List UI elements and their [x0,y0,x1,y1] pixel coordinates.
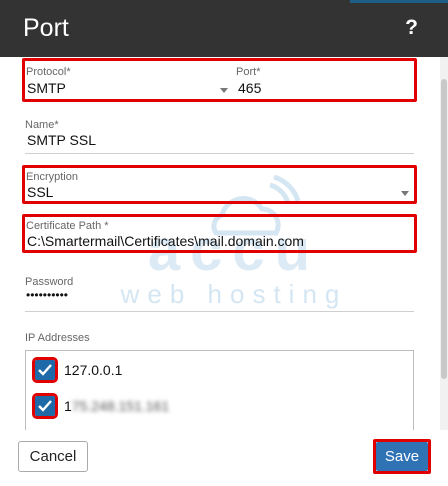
protocol-select[interactable]: SMTP [27,80,66,96]
scrollbar-thumb[interactable] [441,79,447,379]
ip-address-list: 127.0.0.1 175.248.151.161 [25,350,414,430]
encryption-highlight [22,165,417,204]
ip-checkbox-2[interactable] [32,393,58,419]
protocol-port-highlight [22,58,417,102]
password-label: Password [25,276,74,288]
ip-address-2-blurred: 75.248.151.161 [71,398,170,414]
certificate-path-label: Certificate Path * [26,220,109,232]
certificate-path-input[interactable]: C:\Smartermail\Certificates\mail.domain.… [27,233,304,249]
dialog-content: accu web hosting Protocol* SMTP Port* 46… [0,57,448,430]
header-accent [350,0,448,3]
dialog-title: Port [23,14,69,42]
encryption-label: Encryption [26,171,78,183]
name-input[interactable]: SMTP SSL [27,132,96,148]
save-highlight: Save [373,439,431,474]
chevron-down-icon[interactable] [220,88,228,93]
port-input[interactable]: 465 [238,80,261,96]
chevron-down-icon[interactable] [401,191,409,196]
port-label: Port* [236,66,261,78]
encryption-select[interactable]: SSL [27,184,53,200]
ip-addresses-label: IP Addresses [25,332,90,344]
cancel-button[interactable]: Cancel [18,441,88,472]
watermark-tagline: web hosting [120,279,348,309]
scrollbar[interactable] [440,57,448,430]
password-underline [25,311,414,312]
ip-address-2: 175.248.151.161 [64,398,170,414]
name-underline [25,153,414,154]
dialog-header: Port ? [0,0,448,57]
protocol-label: Protocol* [26,66,71,78]
dialog-footer: Cancel Save [0,430,448,486]
ip-checkbox-1[interactable] [32,357,58,383]
save-button[interactable]: Save [376,442,428,471]
help-icon[interactable]: ? [405,16,418,40]
name-label: Name* [25,119,59,131]
ip-address-1: 127.0.0.1 [64,362,123,378]
password-input[interactable]: •••••••••• [26,288,68,302]
